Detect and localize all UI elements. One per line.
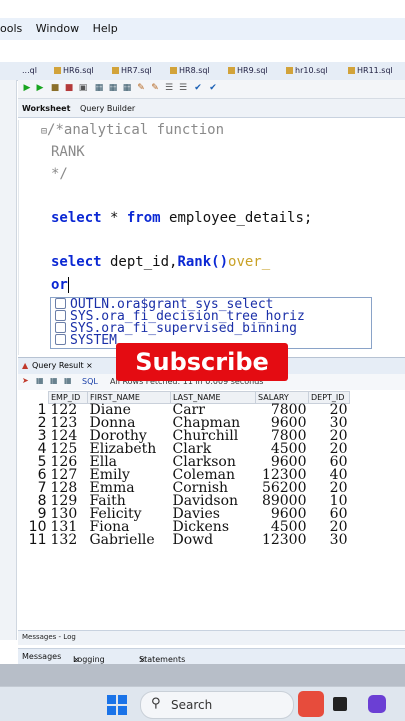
result-grid: EMP_ID FIRST_NAME LAST_NAME SALARY DEPT_… [20, 391, 350, 547]
widget-icon[interactable] [298, 691, 324, 717]
sql-file-icon [286, 67, 293, 74]
close-icon[interactable]: × [73, 655, 80, 664]
format-icon[interactable]: ☰ [164, 83, 174, 93]
sql-file-icon [348, 67, 355, 74]
menu-window[interactable]: Window [36, 22, 79, 35]
pin-icon[interactable]: ➤ [22, 376, 29, 385]
history-icon[interactable]: ✎ [150, 83, 160, 93]
code-line-1: ⊟/*analytical function [41, 122, 225, 138]
code-line-select-rank: select dept_id,Rank()over_ [51, 254, 271, 270]
sql-file-icon [170, 67, 177, 74]
chat-app-icon[interactable] [368, 695, 386, 713]
refresh-icon[interactable]: ▦ [50, 376, 58, 385]
synonym-icon [55, 298, 66, 309]
tab-hr10[interactable]: hr10.sql [286, 66, 328, 75]
code-line-3: */ [51, 166, 68, 182]
bottom-tabs: Messages Logging Page × Statements × [18, 648, 405, 673]
editor-toolbar: ▶ ▶ ■ ■ ▣ ▦ ▦ ▦ ✎ ✎ ☰ ☰ ✔ ✔ [18, 80, 405, 99]
search-icon: ⚲ [151, 696, 161, 711]
autocomplete-popup[interactable]: OUTLN.ora$grant_sys_select SYS.ora_fi_de… [50, 297, 372, 349]
code-line-2: RANK [51, 144, 85, 160]
explain-icon[interactable]: ▣ [78, 83, 88, 93]
rollback-icon[interactable]: ■ [64, 83, 74, 93]
tab-hr8[interactable]: HR8.sql [170, 66, 210, 75]
print-icon[interactable]: ▦ [36, 376, 44, 385]
messages-log-header: Messages - Log [18, 630, 405, 645]
file-tabs: ...ql HR6.sql HR7.sql HR8.sql HR9.sql hr… [0, 62, 405, 81]
tab-messages[interactable]: Messages [22, 652, 61, 661]
close-icon[interactable]: × [139, 655, 146, 664]
to-upper-icon[interactable]: ☰ [178, 83, 188, 93]
run-statement-icon[interactable]: ▶ [22, 83, 32, 93]
sql-link[interactable]: SQL [82, 377, 98, 386]
taskbar-search[interactable]: ⚲ Search [140, 691, 294, 719]
code-line-select-all: select * from employee_details; [51, 210, 313, 226]
messages-log-title: Messages - Log [22, 633, 76, 641]
left-strip [0, 80, 17, 640]
toolbar-area [0, 40, 405, 62]
code-line-typing: or [51, 277, 69, 293]
pin-icon[interactable]: ▲ [22, 361, 28, 370]
tab-worksheet[interactable]: Worksheet [22, 104, 70, 113]
sql-file-icon [112, 67, 119, 74]
close-icon[interactable]: × [86, 361, 93, 370]
tab-file-prev[interactable]: ...ql [22, 66, 37, 75]
editor-subtabs: Worksheet Query Builder [18, 99, 405, 118]
lookup-icon[interactable]: ✔ [193, 83, 203, 93]
tab-hr6[interactable]: HR6.sql [54, 66, 94, 75]
export-icon[interactable]: ▦ [64, 376, 72, 385]
subscribe-banner[interactable]: Subscribe [116, 343, 288, 381]
sql-tuning-icon[interactable]: ▦ [108, 83, 118, 93]
monitor-icon[interactable]: ▦ [122, 83, 132, 93]
menu-help[interactable]: Help [93, 22, 118, 35]
clear-icon[interactable]: ✎ [136, 83, 146, 93]
tab-query-result[interactable]: Query Result [32, 361, 84, 370]
menu-bar: ools Window Help [0, 18, 405, 41]
tab-hr9[interactable]: HR9.sql [228, 66, 268, 75]
tab-hr7[interactable]: HR7.sql [112, 66, 152, 75]
synonym-icon [55, 322, 66, 333]
commit-icon[interactable]: ■ [50, 83, 60, 93]
link-icon[interactable]: ✔ [208, 83, 218, 93]
windows-taskbar: ⚲ Search [0, 686, 405, 721]
status-area [0, 664, 405, 686]
tab-query-builder[interactable]: Query Builder [80, 104, 135, 113]
sql-file-icon [54, 67, 61, 74]
run-script-icon[interactable]: ▶ [35, 83, 45, 93]
menu-tools[interactable]: ools [0, 22, 22, 35]
windows-start-icon[interactable] [107, 695, 127, 715]
sql-file-icon [228, 67, 235, 74]
schema-icon [55, 334, 66, 345]
autotrace-icon[interactable]: ▦ [94, 83, 104, 93]
app-icon[interactable] [333, 697, 347, 711]
table-row[interactable]: 11 132 Gabrielle Dowd 12300 30 [20, 533, 350, 547]
synonym-icon [55, 310, 66, 321]
tab-hr11[interactable]: HR11.sql [348, 66, 393, 75]
